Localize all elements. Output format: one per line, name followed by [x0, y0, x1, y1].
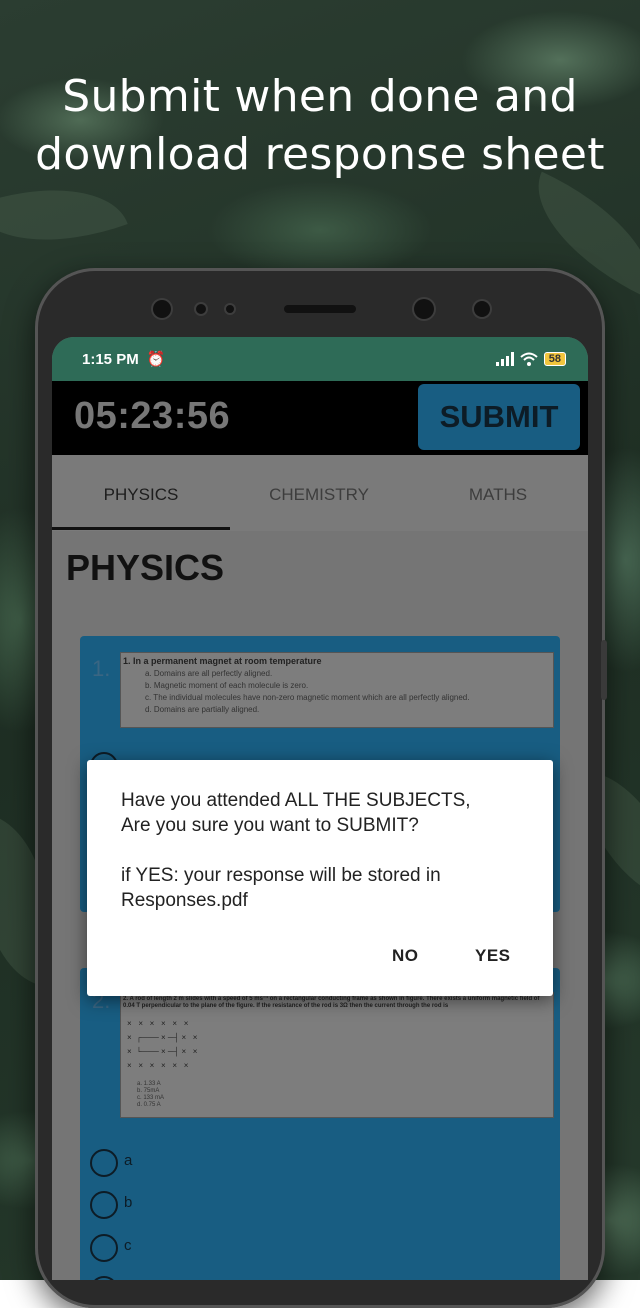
section-title: PHYSICS — [66, 547, 225, 588]
tab-physics[interactable]: PHYSICS — [52, 485, 230, 505]
answer-radio-a[interactable] — [90, 1149, 118, 1177]
dialog-line-1: Have you attended ALL THE SUBJECTS, — [121, 790, 471, 811]
question-option-text: b. 75mA — [137, 1088, 160, 1094]
front-camera-icon — [414, 299, 434, 319]
dialog-message: Have you attended ALL THE SUBJECTS, Are … — [121, 788, 541, 838]
answer-radio-b[interactable] — [90, 1191, 118, 1219]
no-button[interactable]: NO — [392, 946, 419, 966]
answer-label-c: c — [124, 1237, 132, 1254]
question-option-text: a. Domains are all perfectly aligned. — [145, 669, 273, 678]
battery-icon: 58 — [543, 352, 566, 366]
question-image: 2. A rod of length 2 m slides with a spe… — [120, 992, 554, 1118]
answer-label-b: b — [124, 1194, 133, 1211]
signal-icon — [495, 352, 514, 366]
answer-radio-c[interactable] — [90, 1234, 118, 1262]
headline-line-2: download response sheet — [35, 129, 605, 180]
question-option-text: b. Magnetic moment of each molecule is z… — [145, 681, 309, 690]
sensor-icon — [226, 305, 234, 313]
exam-top-bar: 05:23:56 SUBMIT — [52, 381, 588, 455]
yes-button[interactable]: YES — [475, 946, 511, 966]
answer-label-a: a — [124, 1152, 133, 1169]
wifi-icon — [520, 352, 538, 366]
tab-maths[interactable]: MATHS — [409, 485, 587, 505]
phone-side-button — [601, 640, 607, 700]
dialog-line-2: Are you sure you want to SUBMIT? — [121, 815, 419, 836]
promo-headline: Submit when done and download response s… — [0, 68, 640, 184]
sensor-icon — [196, 304, 206, 314]
question-option-text: c. The individual molecules have non-zer… — [145, 693, 470, 702]
subject-tabs: PHYSICS CHEMISTRY MATHS — [52, 455, 588, 531]
countdown-timer: 05:23:56 — [74, 395, 231, 437]
question-text: 1. In a permanent magnet at room tempera… — [123, 656, 322, 666]
front-camera-icon — [153, 300, 171, 318]
active-tab-indicator — [52, 527, 230, 530]
headline-line-1: Submit when done and — [62, 71, 578, 122]
submit-confirm-dialog: Have you attended ALL THE SUBJECTS, Are … — [87, 760, 553, 996]
question-number: 1. — [92, 656, 111, 681]
answer-radio-d[interactable] — [90, 1276, 118, 1280]
dialog-note: if YES: your response will be stored in … — [121, 863, 541, 913]
question-card: 2. 2. A rod of length 2 m slides with a … — [80, 968, 560, 1280]
status-time: 1:15 PM — [82, 350, 139, 368]
submit-button[interactable]: SUBMIT — [418, 384, 580, 450]
question-option-text: c. 133 mA — [137, 1095, 165, 1101]
dialog-line-3: if YES: your response will be stored in — [121, 865, 441, 886]
circuit-figure: × × × × × × × ┌─── × ─┤ × × × └─── × ─┤ … — [127, 1019, 198, 1070]
earpiece-speaker — [284, 305, 356, 313]
alarm-icon: ⏰ — [146, 351, 166, 368]
question-text: 2. A rod of length 2 m slides with a spe… — [123, 996, 540, 1009]
question-option-text: d. Domains are partially aligned. — [145, 705, 260, 714]
question-image: 1. In a permanent magnet at room tempera… — [120, 652, 554, 728]
dialog-line-4: Responses.pdf — [121, 890, 248, 911]
sensor-icon — [474, 301, 490, 317]
question-option-text: a. 1.33 A — [137, 1081, 161, 1087]
status-bar: 1:15 PM ⏰ 58 — [52, 337, 588, 381]
status-icons: 58 — [495, 352, 566, 366]
question-option-text: d. 0.75 A — [137, 1102, 161, 1108]
tab-chemistry[interactable]: CHEMISTRY — [230, 485, 408, 505]
